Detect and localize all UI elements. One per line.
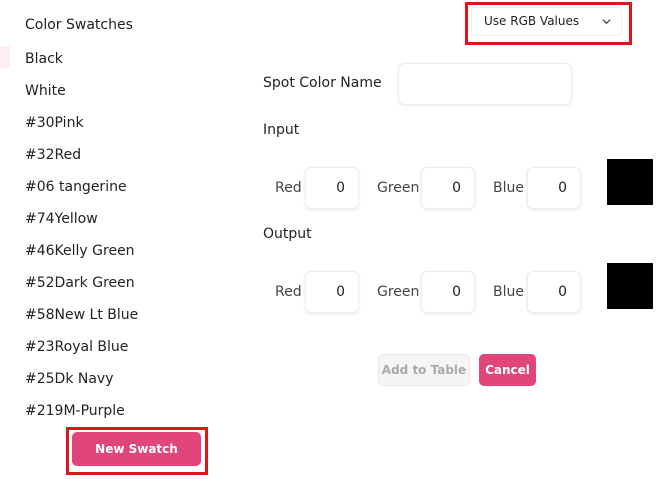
output-section-label: Output: [263, 226, 312, 242]
input-green-field[interactable]: [421, 167, 475, 209]
output-color-preview: [607, 263, 653, 309]
output-green-field[interactable]: [421, 271, 475, 313]
cancel-button[interactable]: Cancel: [479, 354, 536, 386]
output-green-label: Green: [377, 284, 420, 300]
spot-color-name-label: Spot Color Name: [263, 75, 382, 91]
input-section-label: Input: [263, 122, 300, 138]
swatch-item-74yellow[interactable]: #74Yellow: [25, 209, 138, 241]
mode-select-value: Use RGB Values: [484, 14, 580, 28]
input-green-label: Green: [377, 180, 420, 196]
output-red-field[interactable]: [305, 271, 359, 313]
output-blue-label: Blue: [493, 284, 524, 300]
swatch-item-30pink[interactable]: #30Pink: [25, 113, 138, 145]
swatch-item-23royal-blue[interactable]: #23Royal Blue: [25, 337, 138, 369]
swatch-list: Black White #30Pink #32Red #06 tangerine…: [25, 49, 138, 433]
output-blue-field[interactable]: [527, 271, 581, 313]
swatch-item-06-tangerine[interactable]: #06 tangerine: [25, 177, 138, 209]
new-swatch-button[interactable]: New Swatch: [72, 432, 201, 466]
input-blue-field[interactable]: [527, 167, 581, 209]
input-color-preview: [607, 159, 653, 205]
input-blue-label: Blue: [493, 180, 524, 196]
mode-select[interactable]: Use RGB Values: [471, 7, 622, 36]
input-red-field[interactable]: [305, 167, 359, 209]
add-to-table-button[interactable]: Add to Table: [378, 354, 470, 386]
swatch-item-25dk-navy[interactable]: #25Dk Navy: [25, 369, 138, 401]
swatch-item-black[interactable]: Black: [25, 49, 138, 81]
chevron-down-icon: [602, 19, 611, 25]
spot-color-name-input[interactable]: [398, 63, 572, 105]
swatch-item-46kelly-green[interactable]: #46Kelly Green: [25, 241, 138, 273]
swatch-item-white[interactable]: White: [25, 81, 138, 113]
sidebar-title: Color Swatches: [25, 17, 133, 33]
input-red-label: Red: [275, 180, 302, 196]
selected-item-indicator: [0, 46, 10, 68]
swatch-item-58new-lt-blue[interactable]: #58New Lt Blue: [25, 305, 138, 337]
swatch-item-52dark-green[interactable]: #52Dark Green: [25, 273, 138, 305]
output-red-label: Red: [275, 284, 302, 300]
swatch-item-32red[interactable]: #32Red: [25, 145, 138, 177]
